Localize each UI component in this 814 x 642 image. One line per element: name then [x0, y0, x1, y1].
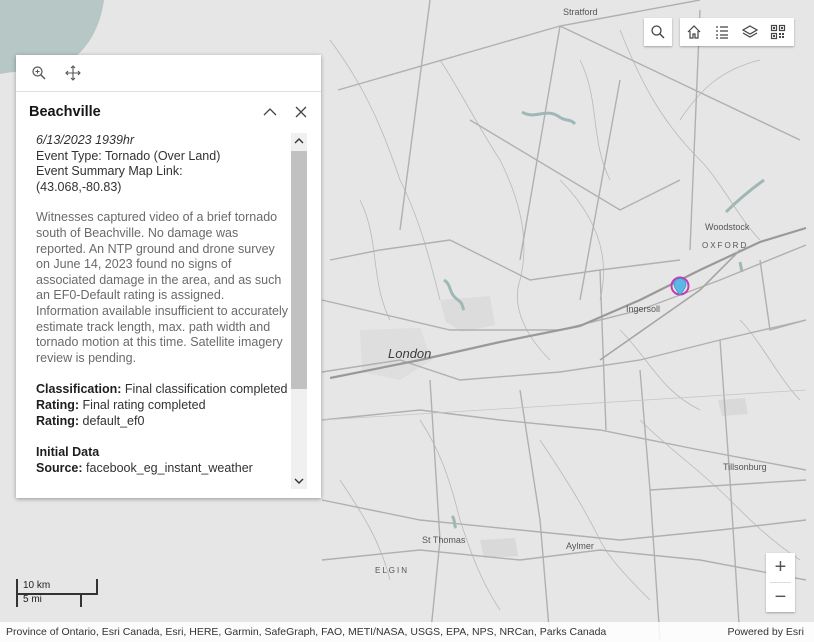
- classification-row: Classification: Final classification com…: [36, 382, 290, 398]
- rating-status-value: Final rating completed: [82, 397, 206, 412]
- legend-icon: [716, 26, 728, 39]
- highway: [599, 249, 741, 361]
- rating-status-row: Rating: Final rating completed: [36, 398, 290, 414]
- pan-button[interactable]: [64, 64, 82, 82]
- place-label-woodstock: Woodstock: [705, 222, 750, 232]
- scroll-thumb[interactable]: [291, 151, 307, 389]
- popup-content: 6/13/2023 1939hr Event Type: Tornado (Ov…: [36, 133, 290, 489]
- source-value: facebook_eg_instant_weather: [86, 460, 253, 475]
- attribution-bar: Province of Ontario, Esri Canada, Esri, …: [0, 622, 814, 642]
- urban-area: [718, 398, 748, 416]
- place-label-stratford: Stratford: [563, 7, 598, 17]
- place-label-st-thomas: St Thomas: [422, 535, 466, 545]
- creeks: [329, 29, 801, 611]
- popup-header: Beachville: [16, 92, 321, 132]
- legend-button[interactable]: [708, 18, 736, 46]
- source-row: Source: facebook_eg_instant_weather: [36, 461, 290, 477]
- map-pin-icon: [670, 276, 690, 296]
- home-icon: [687, 25, 701, 39]
- event-type: Event Type: Tornado (Over Land): [36, 148, 221, 163]
- powered-by[interactable]: Powered by Esri: [728, 622, 804, 642]
- place-label-london: London: [388, 346, 432, 361]
- rating-label: Rating:: [36, 413, 80, 428]
- home-button[interactable]: [680, 18, 708, 46]
- search-toolbar: [644, 18, 672, 46]
- layers-icon: [742, 25, 758, 38]
- popup-actions: [16, 55, 321, 92]
- close-button[interactable]: [293, 104, 309, 120]
- event-date: 6/13/2023 1939hr: [36, 133, 135, 147]
- place-label-oxford: OXFORD: [702, 241, 749, 250]
- attribution-sources[interactable]: Province of Ontario, Esri Canada, Esri, …: [6, 622, 606, 642]
- pan-icon: [65, 65, 81, 81]
- chevron-up-icon: [294, 138, 304, 144]
- popup-title: Beachville: [29, 104, 101, 120]
- map-view[interactable]: Stratford Woodstock OXFORD Ingersoll Lon…: [0, 0, 814, 642]
- zoom-to-button[interactable]: [30, 64, 48, 82]
- source-label: Source:: [36, 460, 83, 475]
- search-button[interactable]: [644, 18, 672, 46]
- zoom-to-icon: [32, 66, 46, 80]
- roads: [321, 0, 807, 641]
- layers-button[interactable]: [736, 18, 764, 46]
- urban-area: [440, 296, 495, 332]
- initial-data-heading-text: Initial Data: [36, 445, 100, 460]
- collapse-button[interactable]: [262, 104, 278, 120]
- search-icon: [651, 25, 665, 39]
- rating-status-label: Rating:: [36, 397, 80, 412]
- popup-scrollbar[interactable]: [291, 133, 307, 489]
- scale-metric-label: 10 km: [23, 580, 51, 591]
- scroll-down-button[interactable]: [291, 473, 307, 489]
- rating-value: default_ef0: [82, 413, 145, 428]
- scroll-up-button[interactable]: [291, 133, 307, 149]
- place-label-ingersoll: Ingersoll: [626, 304, 661, 314]
- classification-label: Classification:: [36, 382, 122, 397]
- map-link-label: Event Summary Map Link:: [36, 164, 183, 179]
- place-label-tillsonburg: Tillsonburg: [723, 462, 767, 472]
- place-label-elgin: ELGIN: [375, 566, 410, 575]
- zoom-in-button[interactable]: +: [766, 553, 795, 582]
- classification-value: Final classification completed: [124, 382, 288, 397]
- qr-code-button[interactable]: [764, 18, 792, 46]
- chevron-down-icon: [294, 478, 304, 484]
- scale-bar-imperial: 5 mi: [16, 593, 82, 607]
- map-tools-toolbar: [680, 18, 794, 46]
- close-icon: [295, 106, 307, 118]
- initial-data-heading: Initial Data: [36, 445, 290, 461]
- feature-popup: Beachville 6/13/2023 1939hr Event Type: …: [16, 55, 321, 498]
- event-marker[interactable]: [670, 276, 690, 300]
- zoom-control: + −: [766, 553, 795, 612]
- chevron-up-icon: [263, 108, 277, 116]
- scale-imperial-label: 5 mi: [23, 594, 42, 605]
- place-label-aylmer: Aylmer: [566, 541, 594, 551]
- event-coords: (43.068,-80.83): [36, 179, 122, 194]
- event-description: Witnesses captured video of a brief torn…: [36, 210, 288, 365]
- urban-area: [480, 538, 518, 558]
- rating-row: Rating: default_ef0: [36, 414, 290, 430]
- zoom-out-button[interactable]: −: [766, 583, 795, 612]
- qr-code-icon: [770, 24, 786, 40]
